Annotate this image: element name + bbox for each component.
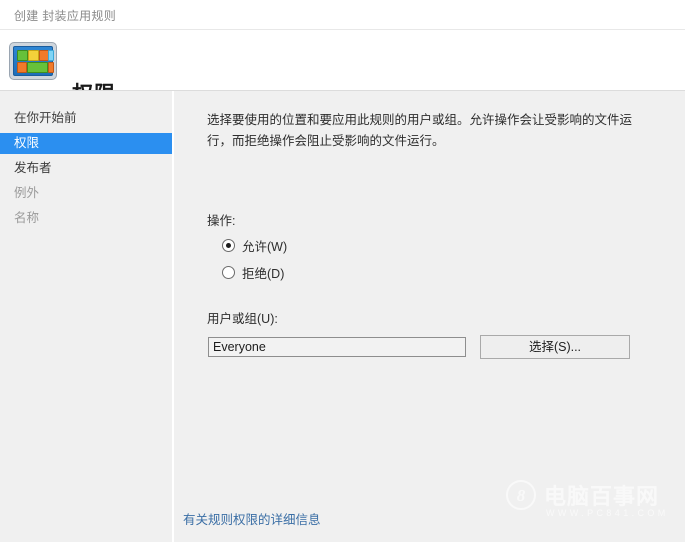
radio-allow-indicator-icon	[222, 239, 235, 252]
user-or-group-label: 用户或组(U):	[207, 312, 278, 326]
sidebar-item-publisher[interactable]: 发布者	[0, 158, 172, 179]
icon-block-yellow	[28, 50, 39, 61]
radio-deny-label: 拒绝(D)	[242, 267, 285, 281]
create-packaged-app-rule-wizard: 创建 封装应用规则 权限 在你开始前 权限 发布者 例外 名称	[0, 0, 685, 542]
radio-deny-indicator-icon	[222, 266, 235, 279]
wizard-header: 权限	[0, 30, 685, 106]
sidebar-item-before-you-begin[interactable]: 在你开始前	[0, 108, 172, 129]
wizard-content-pane: 选择要使用的位置和要应用此规则的用户或组。允许操作会让受影响的文件运行，而拒绝操…	[174, 91, 685, 542]
wizard-step-list: 在你开始前 权限 发布者 例外 名称	[0, 91, 172, 542]
window-title-bar: 创建 封装应用规则	[0, 0, 685, 30]
icon-block-orange-2	[17, 62, 27, 73]
sidebar-item-exceptions[interactable]: 例外	[0, 183, 172, 204]
sidebar-item-permissions[interactable]: 权限	[0, 133, 172, 154]
icon-block-green-1	[17, 50, 28, 61]
sidebar-item-name[interactable]: 名称	[0, 208, 172, 229]
window-title: 创建 封装应用规则	[14, 9, 117, 23]
radio-allow-label: 允许(W)	[242, 240, 288, 254]
user-or-group-input[interactable]	[208, 337, 466, 357]
icon-block-orange-3	[48, 62, 54, 73]
icon-inner-panel	[13, 46, 54, 76]
select-button[interactable]: 选择(S)...	[480, 335, 630, 359]
icon-block-green-2	[27, 62, 48, 73]
intro-description: 选择要使用的位置和要应用此规则的用户或组。允许操作会让受影响的文件运行，而拒绝操…	[207, 113, 633, 148]
radio-allow[interactable]: 允许(W)	[222, 236, 287, 255]
more-info-link[interactable]: 有关规则权限的详细信息	[183, 509, 321, 528]
applocker-packaged-app-icon	[9, 42, 57, 80]
icon-block-lightblue	[48, 50, 54, 61]
radio-deny[interactable]: 拒绝(D)	[222, 263, 284, 282]
action-group-label: 操作:	[207, 214, 236, 228]
